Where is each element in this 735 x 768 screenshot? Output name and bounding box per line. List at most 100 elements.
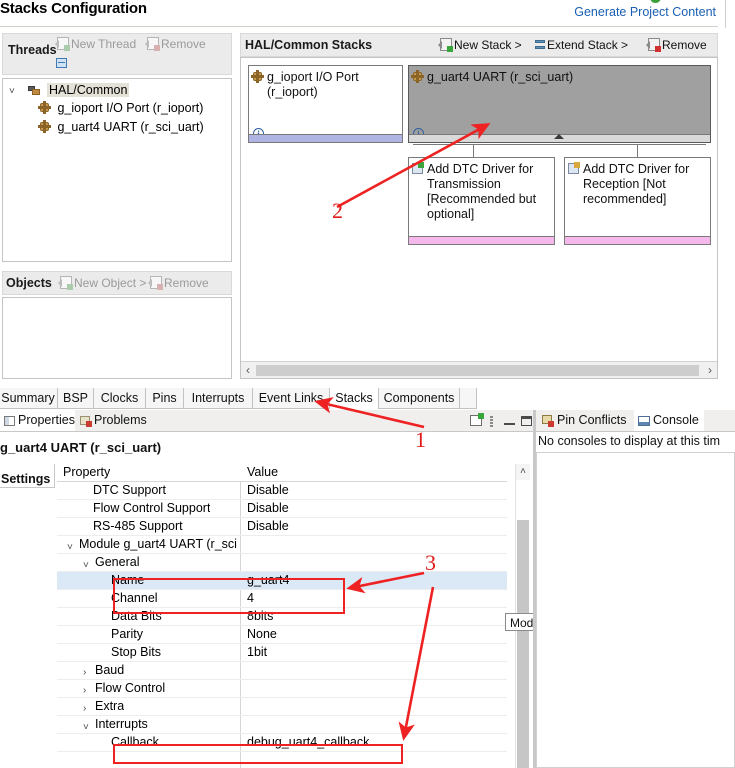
generate-project-content-link[interactable]: Generate Project Content bbox=[574, 5, 716, 19]
scroll-up-arrow-icon[interactable]: ˄ bbox=[516, 464, 530, 480]
row-property: RS-485 Support bbox=[93, 518, 183, 535]
row-property: Interrupts bbox=[95, 716, 148, 733]
tab-pin-conflicts[interactable]: Pin Conflicts bbox=[538, 410, 634, 431]
module-icon bbox=[39, 102, 50, 113]
table-row[interactable]: › Extra bbox=[57, 698, 507, 716]
tab-summary[interactable]: Summary bbox=[0, 388, 58, 409]
remove-object-button[interactable]: Remove bbox=[150, 276, 209, 290]
tab-stacks[interactable]: Stacks bbox=[329, 388, 379, 409]
row-property: Baud bbox=[95, 662, 124, 679]
column-header-property: Property bbox=[63, 464, 110, 481]
annotation-highlight-name-channel bbox=[113, 578, 345, 614]
tab-console[interactable]: Console bbox=[634, 410, 704, 431]
stack-box-dtc-reception[interactable]: Add DTC Driver for Reception [Not recomm… bbox=[564, 157, 711, 245]
stacks-hscrollbar[interactable]: ‹ › bbox=[241, 361, 717, 378]
stack-box-label: Add DTC Driver for Transmission [Recomme… bbox=[427, 162, 550, 222]
stacks-title: HAL/Common Stacks bbox=[245, 38, 372, 52]
pin-conflicts-icon bbox=[542, 415, 554, 426]
tab-event-links[interactable]: Event Links bbox=[252, 388, 330, 409]
scroll-thumb[interactable] bbox=[517, 520, 529, 768]
stack-expand-caret-icon[interactable] bbox=[554, 134, 564, 139]
chevron-down-icon[interactable]: ˅ bbox=[9, 87, 19, 97]
tab-overflow[interactable] bbox=[459, 388, 477, 409]
objects-title: Objects bbox=[6, 276, 52, 290]
row-value[interactable]: None bbox=[247, 626, 277, 643]
settings-tab-label: Settings bbox=[1, 472, 50, 486]
new-object-label: New Object > bbox=[74, 276, 146, 290]
tab-properties[interactable]: Properties bbox=[0, 410, 75, 431]
table-row[interactable]: DTC Support Disable bbox=[57, 482, 507, 500]
remove-icon bbox=[147, 37, 159, 50]
remove-stack-button[interactable]: Remove bbox=[648, 38, 707, 52]
collapse-all-icon[interactable] bbox=[56, 58, 67, 68]
header-divider bbox=[0, 26, 718, 27]
new-object-button[interactable]: New Object > bbox=[60, 276, 146, 290]
console-icon bbox=[638, 416, 650, 426]
table-row[interactable]: Flow Control Support Disable bbox=[57, 500, 507, 518]
annotation-marker-2: 2 bbox=[332, 198, 343, 224]
extend-stack-button[interactable]: Extend Stack > bbox=[535, 38, 628, 52]
row-value[interactable]: 1bit bbox=[247, 644, 267, 661]
properties-table[interactable]: Property Value DTC Support Disable Flow … bbox=[57, 464, 507, 768]
hal-common-icon bbox=[28, 84, 40, 95]
console-message: No consoles to display at this tim bbox=[538, 434, 720, 448]
annotation-highlight-callback bbox=[113, 744, 403, 764]
chevron-right-icon[interactable]: › bbox=[83, 682, 86, 699]
table-row[interactable]: › Flow Control bbox=[57, 680, 507, 698]
tree-item-hal-common[interactable]: ˅ HAL/Common bbox=[9, 83, 129, 97]
tab-pins[interactable]: Pins bbox=[145, 388, 184, 409]
minimize-icon[interactable] bbox=[504, 421, 515, 425]
tab-label: Console bbox=[653, 413, 699, 427]
new-stack-button[interactable]: New Stack > bbox=[440, 38, 522, 52]
row-value[interactable]: Disable bbox=[247, 518, 289, 535]
new-thread-button[interactable]: New Thread bbox=[57, 37, 136, 51]
tree-item-g-uart4[interactable]: g_uart4 UART (r_sci_uart) bbox=[39, 120, 204, 134]
tab-label: Pin Conflicts bbox=[557, 413, 626, 427]
stack-box-label: g_ioport I/O Port (r_ioport) bbox=[267, 70, 398, 100]
remove-thread-button[interactable]: Remove bbox=[147, 37, 206, 51]
table-row[interactable]: RS-485 Support Disable bbox=[57, 518, 507, 536]
tree-item-g-ioport[interactable]: g_ioport I/O Port (r_ioport) bbox=[39, 101, 203, 115]
stack-box-g-uart4[interactable]: g_uart4 UART (r_sci_uart) i bbox=[408, 65, 711, 143]
table-row[interactable]: ˅ Module g_uart4 UART (r_sci bbox=[57, 536, 507, 554]
stack-box-g-ioport[interactable]: g_ioport I/O Port (r_ioport) i bbox=[248, 65, 403, 143]
scroll-thumb[interactable] bbox=[256, 365, 699, 376]
module-icon bbox=[412, 71, 423, 82]
row-value[interactable]: Disable bbox=[247, 482, 289, 499]
row-property: Stop Bits bbox=[111, 644, 161, 661]
tab-clocks[interactable]: Clocks bbox=[93, 388, 146, 409]
scroll-right-arrow-icon[interactable]: › bbox=[703, 363, 717, 378]
tab-components[interactable]: Components bbox=[378, 388, 460, 409]
table-row[interactable]: Stop Bits 1bit bbox=[57, 644, 507, 662]
row-property: Extra bbox=[95, 698, 124, 715]
row-property: General bbox=[95, 554, 139, 571]
maximize-icon[interactable] bbox=[521, 416, 532, 426]
view-menu-icon[interactable] bbox=[490, 416, 493, 427]
new-view-icon[interactable] bbox=[470, 415, 482, 426]
objects-list[interactable] bbox=[2, 297, 232, 379]
table-row[interactable]: ˅ General bbox=[57, 554, 507, 572]
table-row[interactable]: ˅ Interrupts bbox=[57, 716, 507, 734]
row-value[interactable]: Disable bbox=[247, 500, 289, 517]
stacks-canvas[interactable]: g_ioport I/O Port (r_ioport) i g_uart4 U… bbox=[240, 57, 718, 379]
console-body[interactable] bbox=[536, 452, 735, 768]
tab-problems[interactable]: Problems bbox=[76, 410, 152, 431]
threads-tree[interactable]: ˅ HAL/Common g_ioport I/O Port (r_ioport… bbox=[2, 78, 232, 262]
remove-stack-label: Remove bbox=[662, 38, 707, 52]
annotation-marker-3: 3 bbox=[425, 550, 436, 576]
column-header-value: Value bbox=[247, 464, 278, 481]
chevron-right-icon[interactable]: › bbox=[83, 664, 86, 681]
add-driver-icon bbox=[412, 163, 423, 174]
scroll-left-arrow-icon[interactable]: ‹ bbox=[241, 363, 255, 378]
table-row[interactable]: › Baud bbox=[57, 662, 507, 680]
problems-icon bbox=[80, 416, 91, 426]
stack-box-footer bbox=[565, 236, 710, 244]
new-stack-icon bbox=[440, 38, 452, 51]
tab-interrupts[interactable]: Interrupts bbox=[183, 388, 253, 409]
row-property: Flow Control Support bbox=[93, 500, 210, 517]
chevron-right-icon[interactable]: › bbox=[83, 700, 86, 717]
stack-box-dtc-transmission[interactable]: Add DTC Driver for Transmission [Recomme… bbox=[408, 157, 555, 245]
table-row[interactable]: Parity None bbox=[57, 626, 507, 644]
tab-bsp[interactable]: BSP bbox=[57, 388, 94, 409]
new-thread-label: New Thread bbox=[71, 37, 136, 51]
